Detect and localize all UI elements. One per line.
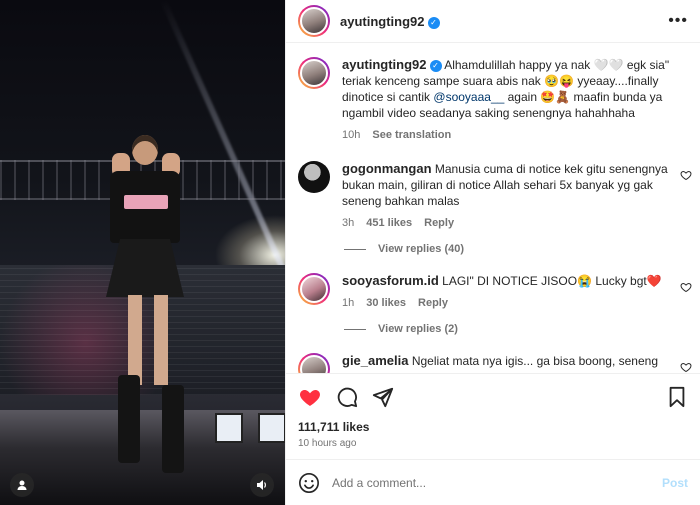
post-panel: ayutingting92 ✓ ••• ayutingting92 ✓ Alhamd… [285, 0, 700, 505]
bookmark-icon[interactable] [666, 386, 688, 408]
comment-time[interactable]: 1h [342, 295, 354, 311]
post-actions: 111,711 likes 10 hours ago [286, 373, 700, 459]
comments-scroll[interactable]: ayutingting92 ✓ Alhamdulillah happy ya na… [286, 43, 700, 373]
heart-icon[interactable] [298, 385, 322, 409]
performer [100, 135, 195, 473]
see-translation-link[interactable]: See translation [372, 127, 451, 143]
post-photo[interactable] [0, 0, 285, 505]
comment-username[interactable]: gie_amelia [342, 353, 409, 368]
post-timestamp[interactable]: 10 hours ago [298, 438, 688, 449]
avatar[interactable] [298, 273, 330, 305]
comment-item: gogonmangan Manusia cuma di notice kek g… [286, 143, 700, 231]
avatar[interactable] [298, 353, 330, 373]
comment-item: gie_amelia Ngeliat mata nya igis... ga b… [286, 335, 700, 373]
avatar[interactable] [298, 57, 330, 89]
emoji-icon[interactable] [298, 472, 320, 494]
reply-button[interactable]: Reply [418, 295, 448, 311]
stage-monitor [258, 413, 285, 443]
comment-text: LAGI" DI NOTICE JISOO😭 Lucky bgt❤️ [442, 274, 662, 288]
comment-composer: Post [286, 459, 700, 505]
avatar[interactable] [298, 5, 330, 37]
audio-icon[interactable] [250, 473, 274, 497]
comment-username[interactable]: gogonmangan [342, 161, 432, 176]
avatar[interactable] [298, 161, 330, 193]
comment-time[interactable]: 3h [342, 215, 354, 231]
comment-likes[interactable]: 451 likes [366, 215, 412, 231]
like-comment-icon[interactable] [680, 281, 692, 293]
post-comment-button[interactable]: Post [662, 476, 688, 490]
caption-mention[interactable]: @sooyaaa__ [433, 90, 504, 104]
view-replies-button[interactable]: View replies (2) [344, 323, 700, 335]
post-caption: ayutingting92 ✓ Alhamdulillah happy ya na… [286, 43, 700, 143]
like-comment-icon[interactable] [680, 169, 692, 181]
more-icon[interactable]: ••• [668, 12, 688, 30]
instagram-post-modal: ayutingting92 ✓ ••• ayutingting92 ✓ Alhamd… [0, 0, 700, 505]
user-tag-icon[interactable] [10, 473, 34, 497]
stage-monitor [215, 413, 243, 443]
caption-time[interactable]: 10h [342, 127, 360, 143]
verified-badge-icon: ✓ [427, 16, 440, 29]
likes-count[interactable]: 111,711 likes [298, 420, 688, 434]
post-header: ayutingting92 ✓ ••• [286, 0, 700, 43]
view-replies-button[interactable]: View replies (40) [344, 243, 700, 255]
reply-button[interactable]: Reply [424, 215, 454, 231]
verified-badge-icon: ✓ [429, 60, 442, 72]
comment-icon[interactable] [336, 386, 358, 408]
like-comment-icon[interactable] [680, 361, 692, 373]
author-username[interactable]: ayutingting92 [340, 14, 425, 29]
comment-likes[interactable]: 30 likes [366, 295, 406, 311]
comment-text: Ngeliat mata nya igis... ga bisa boong, … [411, 354, 659, 368]
share-icon[interactable] [372, 386, 394, 408]
comment-item: sooyasforum.id LAGI" DI NOTICE JISOO😭 Lu… [286, 255, 700, 311]
comment-input[interactable] [332, 475, 654, 490]
comment-username[interactable]: sooyasforum.id [342, 273, 439, 288]
caption-username[interactable]: ayutingting92 [342, 57, 427, 72]
